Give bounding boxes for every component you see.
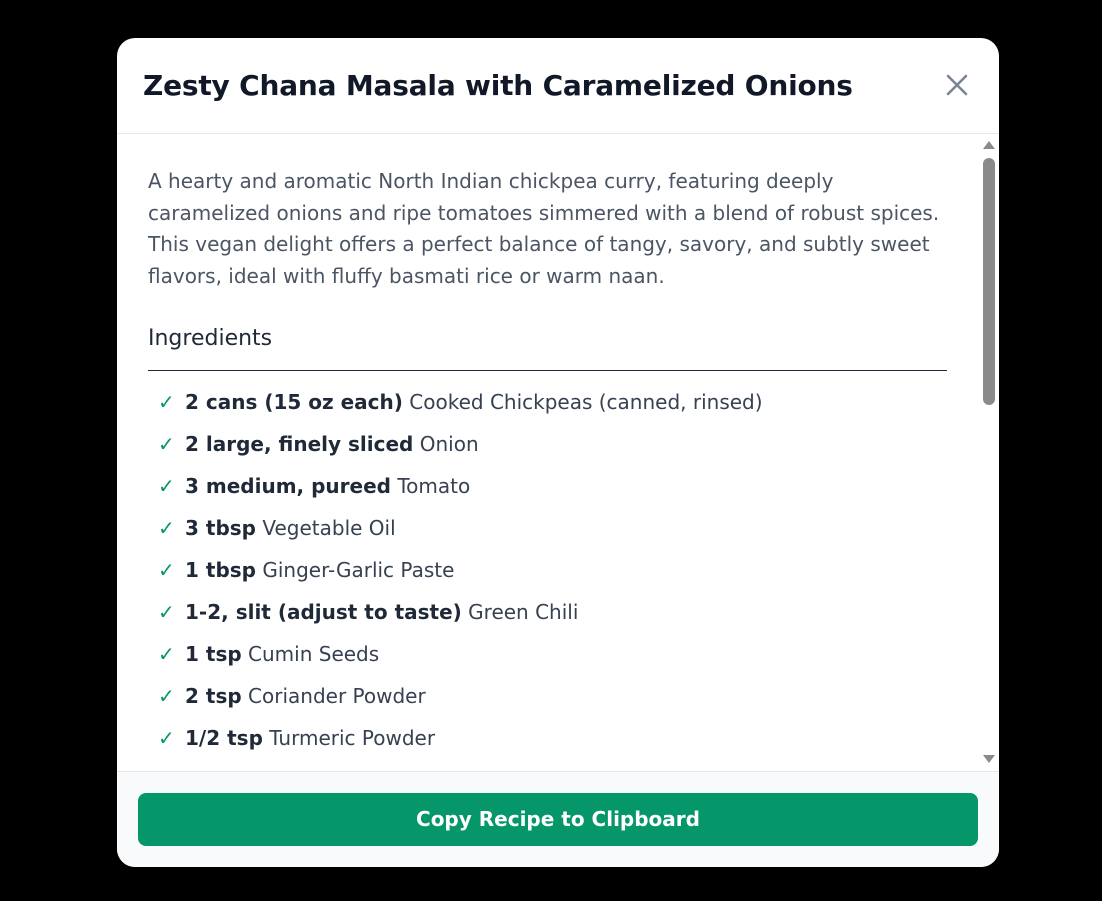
- check-icon: ✓: [158, 600, 175, 624]
- ingredient-list: ✓ 2 cans (15 oz each) Cooked Chickpeas (…: [148, 386, 948, 764]
- ingredient-quantity: 2 cans (15 oz each): [185, 390, 403, 414]
- recipe-title: Zesty Chana Masala with Caramelized Onio…: [143, 69, 853, 102]
- close-icon: [946, 74, 968, 96]
- ingredient-name: Cumin Seeds: [248, 642, 380, 666]
- ingredient-name: Tomato: [397, 474, 471, 498]
- ingredient-name: Vegetable Oil: [262, 516, 396, 540]
- ingredient-item: ✓ 1 tbsp Ginger-Garlic Paste: [148, 554, 948, 596]
- check-icon: ✓: [158, 684, 175, 708]
- ingredient-item: ✓ 2 cans (15 oz each) Cooked Chickpeas (…: [148, 386, 948, 428]
- ingredient-name: Green Chili: [468, 600, 579, 624]
- ingredient-name: Coriander Powder: [248, 684, 426, 708]
- modal-header: Zesty Chana Masala with Caramelized Onio…: [117, 38, 999, 134]
- ingredient-item: ✓ 2 large, finely sliced Onion: [148, 428, 948, 470]
- ingredient-item: ✓ 1-2, slit (adjust to taste) Green Chil…: [148, 596, 948, 638]
- ingredient-item: ✓ 2 tsp Coriander Powder: [148, 680, 948, 722]
- ingredient-item: ✓ 3 tbsp Vegetable Oil: [148, 512, 948, 554]
- ingredient-quantity: 1 tbsp: [185, 558, 256, 582]
- section-divider: [148, 370, 947, 371]
- ingredient-item: ✓ 3 medium, pureed Tomato: [148, 470, 948, 512]
- ingredient-quantity: 1/2 tsp: [185, 726, 263, 750]
- scroll-up-arrow-icon[interactable]: [982, 138, 996, 152]
- ingredient-item: ✓ 1/2 tsp Turmeric Powder: [148, 722, 948, 764]
- recipe-description: A hearty and aromatic North Indian chick…: [148, 169, 940, 288]
- check-icon: ✓: [158, 474, 175, 498]
- modal-footer: Copy Recipe to Clipboard: [117, 771, 999, 867]
- ingredient-quantity: 1 tsp: [185, 642, 242, 666]
- ingredient-quantity: 3 tbsp: [185, 516, 256, 540]
- ingredient-name: Onion: [419, 432, 479, 456]
- ingredient-quantity: 1-2, slit (adjust to taste): [185, 600, 462, 624]
- check-icon: ✓: [158, 390, 175, 414]
- ingredient-item: ✓ 1 tsp Cumin Seeds: [148, 638, 948, 680]
- vertical-scrollbar[interactable]: [979, 134, 999, 771]
- scroll-down-arrow-icon[interactable]: [982, 752, 996, 766]
- ingredient-name: Ginger-Garlic Paste: [262, 558, 455, 582]
- ingredient-quantity: 2 tsp: [185, 684, 242, 708]
- scrollbar-thumb[interactable]: [983, 158, 995, 405]
- check-icon: ✓: [158, 558, 175, 582]
- check-icon: ✓: [158, 642, 175, 666]
- check-icon: ✓: [158, 432, 175, 456]
- check-icon: ✓: [158, 516, 175, 540]
- recipe-modal: Zesty Chana Masala with Caramelized Onio…: [117, 38, 999, 867]
- ingredient-name: Cooked Chickpeas (canned, rinsed): [409, 390, 763, 414]
- ingredient-name: Turmeric Powder: [269, 726, 436, 750]
- check-icon: ✓: [158, 726, 175, 750]
- ingredient-quantity: 2 large, finely sliced: [185, 432, 414, 456]
- ingredients-heading: Ingredients: [148, 326, 273, 351]
- copy-recipe-button[interactable]: Copy Recipe to Clipboard: [138, 793, 978, 846]
- ingredient-quantity: 3 medium, pureed: [185, 474, 391, 498]
- close-button[interactable]: [943, 71, 971, 99]
- scrollbar-track[interactable]: [983, 154, 995, 748]
- modal-body[interactable]: A hearty and aromatic North Indian chick…: [117, 134, 999, 771]
